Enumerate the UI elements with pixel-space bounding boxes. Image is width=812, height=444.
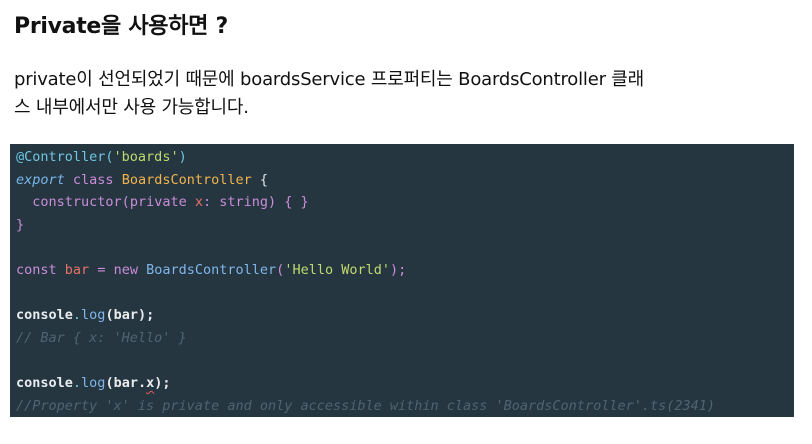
string-token: 'boards' [113, 149, 179, 165]
code-line-7: // Bar { x: 'Hello' } [16, 327, 794, 350]
brace-token: } [16, 216, 25, 233]
decorator-token: @Controller( [16, 149, 114, 165]
code-line-4: } [16, 214, 794, 237]
console-token: console [16, 307, 73, 324]
section-heading: Private을 사용하면 ? [14, 14, 228, 39]
code-line-8: console.log(bar.x); [16, 372, 794, 395]
dot-token: . [72, 307, 82, 324]
description-paragraph: private이 선언되었기 때문에 boardsService 프로퍼티는 B… [14, 66, 794, 122]
code-line-5: const bar = new BoardsController('Hello … [16, 259, 794, 282]
constructor-keyword: constructor [32, 194, 122, 211]
class-keyword: class [72, 171, 114, 188]
brace-token: { [259, 171, 269, 188]
const-keyword: const [16, 261, 57, 278]
args-token: (bar. [105, 374, 147, 391]
paren-token: ); [389, 261, 407, 278]
body-token: ) { } [268, 194, 309, 211]
log-method-token: log [81, 374, 106, 391]
operator-token: = [97, 261, 106, 278]
code-block: @Controller('boards') export class Board… [10, 144, 794, 417]
code-line-6: console.log(bar); [16, 304, 794, 327]
string-token: 'Hello World' [284, 261, 390, 278]
dot-token: . [72, 374, 82, 391]
console-token: console [16, 374, 73, 391]
paren-token: ( [121, 194, 130, 211]
args-token: ); [154, 374, 171, 391]
punct-token: ) [178, 149, 187, 165]
new-keyword: new [113, 261, 138, 278]
export-keyword: export [16, 171, 65, 188]
variable-token: bar [64, 261, 90, 278]
comment-token: // Bar { x: 'Hello' } [16, 329, 187, 346]
code-line-3: constructor(private x: string) { } [16, 191, 794, 214]
param-token: x [194, 194, 203, 211]
paragraph-line-1: private이 선언되었기 때문에 boardsService 프로퍼티는 B… [14, 69, 645, 90]
log-method-token: log [81, 307, 106, 324]
class-name-token: BoardsController [121, 171, 252, 188]
code-line-1: @Controller('boards') [16, 146, 794, 169]
code-line-9: //Property 'x' is private and only acces… [16, 395, 794, 417]
type-token: : string [203, 194, 269, 211]
document-page: Private을 사용하면 ? private이 선언되었기 때문에 board… [0, 0, 812, 444]
args-token: (bar); [105, 307, 155, 324]
code-line-2: export class BoardsController { [16, 169, 794, 192]
paragraph-line-2: 스 내부에서만 사용 가능합니다. [14, 97, 249, 118]
private-keyword: private [129, 194, 187, 211]
error-property-token: x [146, 374, 155, 391]
class-ref-token: BoardsController [146, 261, 277, 278]
error-comment-token: //Property 'x' is private and only acces… [16, 397, 715, 414]
